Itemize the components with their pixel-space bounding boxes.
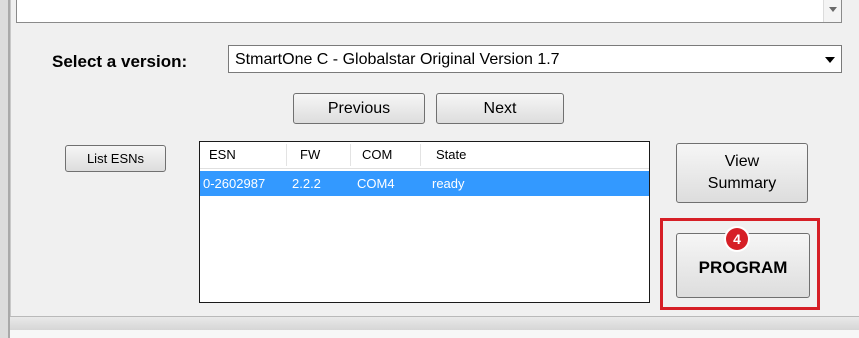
scroll-down-arrow-icon[interactable]: [829, 7, 837, 12]
column-header-esn[interactable]: ESN: [209, 142, 236, 168]
view-summary-label-line2: Summary: [707, 175, 777, 192]
window-left-edge: [8, 0, 10, 338]
column-separator[interactable]: [350, 144, 351, 166]
column-separator[interactable]: [420, 144, 421, 166]
window-bottom-edge: [10, 330, 859, 338]
select-version-label: Select a version:: [52, 52, 188, 71]
version-dropdown-value: StmartOne C - Globalstar Original Versio…: [235, 51, 560, 68]
view-summary-button[interactable]: View Summary: [676, 143, 808, 203]
chevron-down-icon[interactable]: [825, 57, 835, 63]
next-button[interactable]: Next: [436, 93, 564, 124]
top-text-panel: [16, 0, 842, 23]
step-number-badge: 4: [726, 228, 748, 250]
cell-com: COM4: [357, 176, 395, 191]
column-header-com[interactable]: COM: [362, 142, 392, 168]
cell-esn: 0-2602987: [203, 176, 266, 191]
column-header-state[interactable]: State: [436, 142, 466, 168]
cell-state: ready: [432, 176, 465, 191]
esn-list-view[interactable]: ESN FW COM State 0-2602987 2.2.2 COM4 re…: [199, 141, 650, 303]
esn-list-header: ESN FW COM State: [200, 142, 649, 169]
view-summary-label-line1: View: [724, 153, 760, 170]
previous-button[interactable]: Previous: [293, 93, 425, 124]
top-panel-scrollbar[interactable]: [823, 0, 841, 22]
table-row[interactable]: 0-2602987 2.2.2 COM4 ready: [200, 171, 649, 196]
version-dropdown[interactable]: StmartOne C - Globalstar Original Versio…: [228, 45, 842, 73]
cell-fw: 2.2.2: [292, 176, 321, 191]
list-esns-button[interactable]: List ESNs: [65, 145, 166, 172]
horizontal-scrollbar[interactable]: [10, 316, 859, 331]
column-separator[interactable]: [286, 144, 287, 166]
column-header-fw[interactable]: FW: [300, 142, 320, 168]
window-left-border: [0, 0, 11, 338]
